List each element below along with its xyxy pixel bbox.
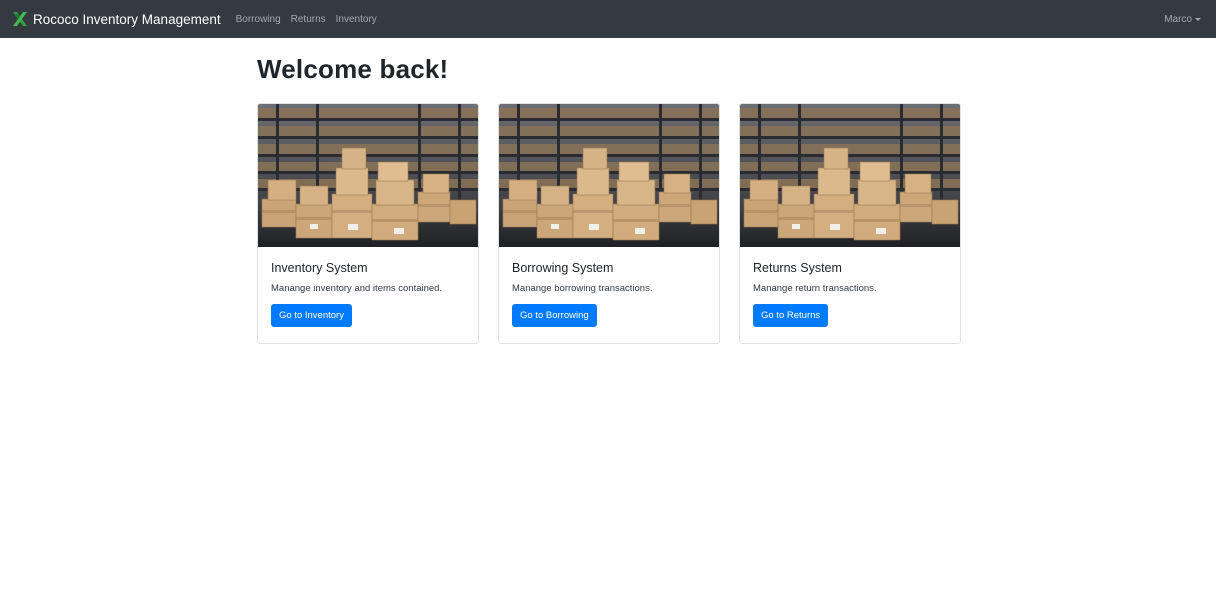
nav-link-inventory[interactable]: Inventory	[336, 14, 377, 25]
caret-down-icon	[1195, 17, 1201, 21]
card-inventory: Inventory System Manange inventory and i…	[257, 103, 479, 344]
user-menu-dropdown[interactable]: Marco	[1164, 14, 1204, 25]
warehouse-boxes-image	[740, 104, 960, 247]
card-body: Returns System Manange return transactio…	[740, 247, 960, 327]
card-title: Borrowing System	[512, 261, 614, 275]
card-title: Returns System	[753, 261, 842, 275]
brand-name: Rococo Inventory Management	[33, 11, 221, 27]
card-description: Manange borrowing transactions.	[512, 283, 653, 294]
warehouse-boxes-image	[499, 104, 719, 247]
nav-links: Borrowing Returns Inventory	[236, 14, 387, 25]
system-cards: Inventory System Manange inventory and i…	[257, 103, 961, 344]
page-title: Welcome back!	[257, 54, 449, 84]
go-to-inventory-button[interactable]: Go to Inventory	[271, 304, 352, 327]
card-body: Inventory System Manange inventory and i…	[258, 247, 478, 327]
go-to-returns-button[interactable]: Go to Returns	[753, 304, 829, 327]
user-name: Marco	[1164, 13, 1192, 25]
card-description: Manange return transactions.	[753, 283, 877, 294]
green-x-logo-icon	[12, 11, 28, 27]
top-navbar: Rococo Inventory Management Borrowing Re…	[0, 0, 1216, 38]
card-body: Borrowing System Manange borrowing trans…	[499, 247, 719, 327]
card-title: Inventory System	[271, 261, 368, 275]
card-returns: Returns System Manange return transactio…	[739, 103, 961, 344]
card-description: Manange inventory and items contained.	[271, 283, 443, 294]
brand-link[interactable]: Rococo Inventory Management	[12, 11, 221, 27]
nav-link-returns[interactable]: Returns	[291, 14, 326, 25]
go-to-borrowing-button[interactable]: Go to Borrowing	[512, 304, 597, 327]
nav-link-borrowing[interactable]: Borrowing	[236, 14, 281, 25]
warehouse-boxes-image	[258, 104, 478, 247]
card-borrowing: Borrowing System Manange borrowing trans…	[498, 103, 720, 344]
